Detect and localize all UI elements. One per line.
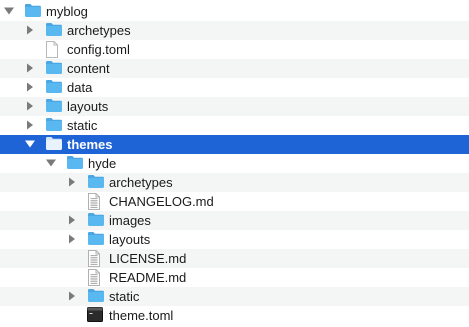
disclosure-collapsed-icon[interactable] [66,173,78,192]
folder-row-data[interactable]: data [0,78,469,97]
tree-item-label: hyde [88,156,117,171]
tree-item-label: images [109,213,151,228]
folder-row-static[interactable]: static [0,287,469,306]
folder-icon [45,98,63,115]
folder-icon [45,22,63,39]
disclosure-collapsed-icon[interactable] [24,21,36,40]
tree-item-label: themes [67,137,113,152]
folder-row-static[interactable]: static [0,116,469,135]
file-row-theme-toml[interactable]: theme.toml [0,306,469,325]
folder-row-hyde[interactable]: hyde [0,154,469,173]
terminal-file-icon [87,307,105,324]
disclosure-expanded-icon[interactable] [3,2,15,21]
file-row-changelog-md[interactable]: CHANGELOG.md [0,192,469,211]
folder-icon [87,288,105,305]
disclosure-collapsed-icon[interactable] [66,230,78,249]
disclosure-expanded-icon[interactable] [24,135,36,154]
disclosure-expanded-icon[interactable] [45,154,57,173]
tree-item-label: theme.toml [109,308,174,323]
folder-icon [45,136,63,153]
folder-row-layouts[interactable]: layouts [0,97,469,116]
folder-icon [87,231,105,248]
file-tree: myblog archetypes config.toml content data la… [0,0,469,327]
tree-item-label: static [109,289,140,304]
folder-row-themes[interactable]: themes [0,135,469,154]
folder-row-myblog[interactable]: myblog [0,2,469,21]
toml-file-icon [45,41,63,58]
folder-icon [45,79,63,96]
tree-item-label: archetypes [109,175,173,190]
folder-row-layouts[interactable]: layouts [0,230,469,249]
tree-item-label: layouts [109,232,151,247]
tree-item-label: static [67,118,98,133]
disclosure-collapsed-icon[interactable] [24,97,36,116]
folder-icon [87,174,105,191]
tree-item-label: archetypes [67,23,131,38]
markdown-file-icon [87,193,105,210]
disclosure-collapsed-icon[interactable] [24,116,36,135]
file-row-readme-md[interactable]: README.md [0,268,469,287]
folder-row-images[interactable]: images [0,211,469,230]
tree-item-label: README.md [109,270,187,285]
tree-item-label: LICENSE.md [109,251,187,266]
tree-item-label: myblog [46,4,88,19]
markdown-file-icon [87,269,105,286]
folder-icon [45,117,63,134]
tree-item-label: layouts [67,99,109,114]
markdown-file-icon [87,250,105,267]
folder-icon [45,60,63,77]
tree-item-label: config.toml [67,42,130,57]
tree-item-label: content [67,61,110,76]
disclosure-collapsed-icon[interactable] [66,287,78,306]
folder-icon [87,212,105,229]
tree-item-label: CHANGELOG.md [109,194,214,209]
folder-row-archetypes[interactable]: archetypes [0,173,469,192]
disclosure-collapsed-icon[interactable] [24,78,36,97]
folder-icon [66,155,84,172]
disclosure-collapsed-icon[interactable] [66,211,78,230]
folder-row-content[interactable]: content [0,59,469,78]
disclosure-collapsed-icon[interactable] [24,59,36,78]
folder-icon [24,3,42,20]
folder-row-archetypes[interactable]: archetypes [0,21,469,40]
tree-item-label: data [67,80,93,95]
file-row-config-toml[interactable]: config.toml [0,40,469,59]
file-row-license-md[interactable]: LICENSE.md [0,249,469,268]
